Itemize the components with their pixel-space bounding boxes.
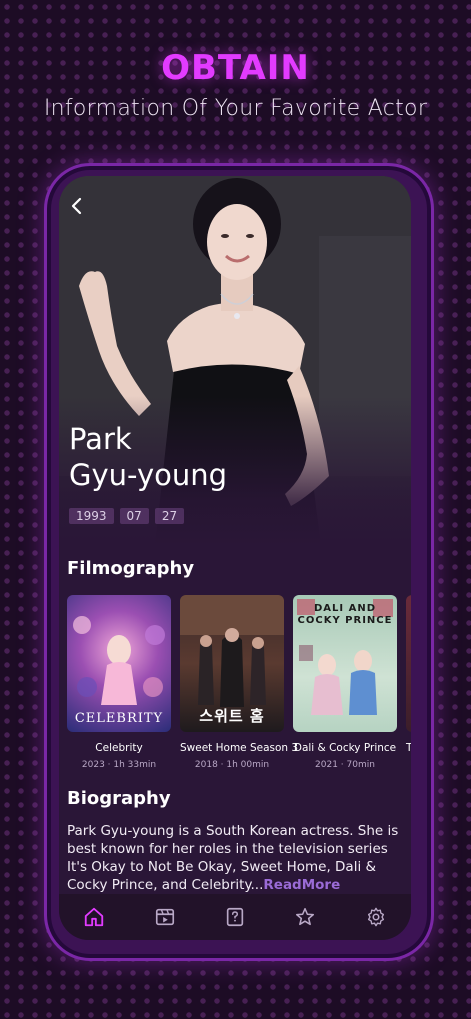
birth-date: 1993 07 27 [69, 508, 185, 524]
quiz-icon [226, 907, 244, 927]
poster-title: CELEBRITY [74, 711, 164, 726]
back-icon[interactable] [65, 194, 89, 218]
birth-day: 27 [154, 508, 185, 524]
filmography-list: CELEBRITY Celebrity 2023 · 1h 33min 스위트 … [67, 595, 411, 770]
read-more-link[interactable]: ReadMore [263, 877, 340, 893]
actor-first-name: Park [69, 422, 132, 456]
bottom-tab-bar [59, 894, 411, 940]
biography-text: Park Gyu-young is a South Korean actress… [67, 823, 399, 893]
birth-month: 07 [119, 508, 149, 524]
tab-favorites[interactable] [285, 897, 325, 937]
birth-year: 1993 [69, 508, 114, 524]
film-icon [155, 908, 174, 926]
film-poster [406, 595, 411, 732]
filmography-title: Filmography [67, 558, 195, 579]
film-title: Celebrity [95, 742, 143, 754]
actor-hero: Park Gyu-young 1993 07 27 [59, 176, 411, 546]
tab-quiz[interactable] [215, 897, 255, 937]
phone-screen: Park Gyu-young 1993 07 27 Filmography CE… [59, 176, 411, 940]
poster-title: 스위트 홈 [199, 707, 265, 725]
film-poster: CELEBRITY [67, 595, 171, 732]
film-card[interactable]: T [406, 595, 411, 770]
tab-settings[interactable] [356, 897, 396, 937]
biography-title: Biography [67, 788, 171, 809]
film-meta: 2018 · 1h 00min [194, 760, 270, 770]
tab-films[interactable] [145, 897, 185, 937]
film-title: Sweet Home Season 3 [180, 742, 299, 754]
actor-last-name: Gyu-young [69, 458, 228, 492]
home-icon [85, 907, 104, 927]
promo-headline: OBTAIN [161, 48, 310, 88]
film-poster: DALI AND COCKY PRINCE [293, 595, 397, 732]
film-meta: 2023 · 1h 33min [81, 760, 157, 770]
actor-name: Park Gyu-young [69, 421, 289, 493]
film-card[interactable]: 스위트 홈 Sweet Home Season 3 2018 · 1h 00mi… [180, 595, 299, 770]
film-card[interactable]: CELEBRITY Celebrity 2023 · 1h 33min [67, 595, 171, 770]
promo-subheadline: Information Of Your Favorite Actor [43, 96, 428, 121]
film-poster: 스위트 홈 [180, 595, 284, 732]
tab-home[interactable] [74, 897, 114, 937]
film-title: Dali & Cocky Prince [293, 742, 397, 754]
poster-title: DALI AND COCKY PRINCE [297, 603, 393, 626]
film-meta: 2021 · 70min [315, 760, 375, 770]
gear-icon [367, 907, 384, 927]
film-card[interactable]: DALI AND COCKY PRINCE Dali & Cocky Princ… [293, 595, 397, 770]
film-title: T [406, 742, 411, 754]
star-icon [296, 907, 315, 926]
